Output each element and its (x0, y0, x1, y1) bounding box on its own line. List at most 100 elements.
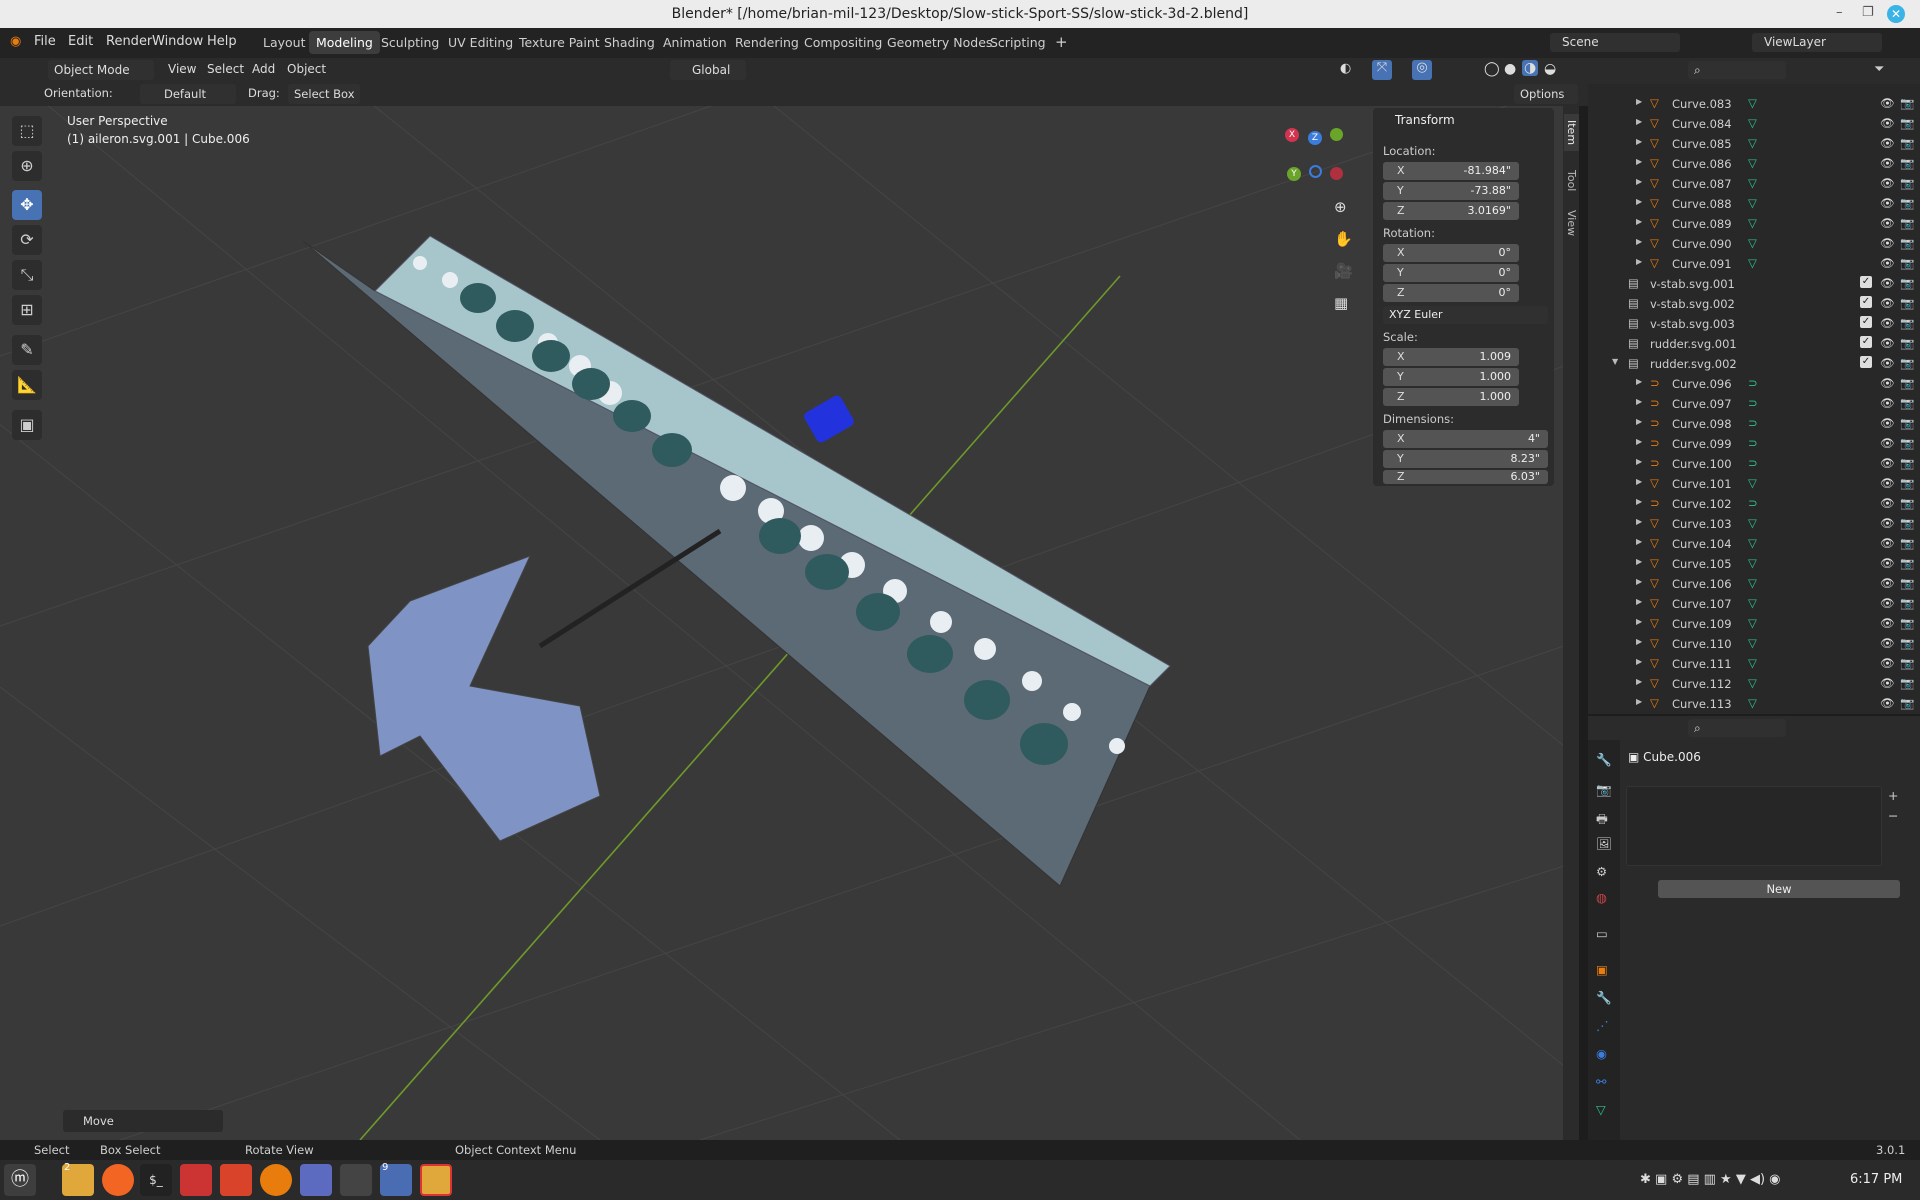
orientation-dropdown[interactable]: Default (140, 84, 236, 104)
expand-arrow-icon[interactable]: ▶ (1636, 157, 1642, 166)
select-tool-icon[interactable]: ⬚ (12, 116, 42, 146)
curve-data-icon[interactable]: ▽ (1748, 536, 1757, 550)
visibility-eye-icon[interactable]: 👁 (1880, 336, 1895, 350)
visibility-eye-icon[interactable]: 👁 (1880, 476, 1895, 490)
overlay-icon[interactable]: ◐ (1340, 61, 1351, 76)
visibility-eye-icon[interactable]: 👁 (1880, 656, 1895, 670)
gizmo-toggle-icon[interactable]: ⤧ (1372, 60, 1392, 80)
wireframe-shading-icon[interactable]: ◯ (1484, 61, 1500, 77)
location-y-field[interactable]: Y -73.88" (1383, 182, 1519, 200)
render-camera-icon[interactable]: 📷 (1900, 376, 1914, 390)
3d-viewport[interactable]: ⬚ ⊕ ✥ ⟳ ⤡ ⊞ ✎ 📐 ▣ User Perspective (1) a… (0, 106, 1564, 1140)
render-tab-icon[interactable]: 📷 (1596, 782, 1612, 798)
terminal-icon[interactable]: $_ (140, 1164, 172, 1196)
outliner-row[interactable]: ▶ ▽ Curve.109 ▽ 👁 📷 (1588, 614, 1920, 634)
menu-view[interactable]: View (168, 62, 196, 76)
move-tool-icon[interactable]: ✥ (12, 190, 42, 220)
blender-logo-icon[interactable]: ◉ (10, 34, 21, 49)
annotate-tool-icon[interactable]: ✎ (12, 335, 42, 365)
render-camera-icon[interactable]: 📷 (1900, 516, 1914, 530)
render-camera-icon[interactable]: 📷 (1900, 656, 1914, 670)
outliner-row[interactable]: ▶ ▽ Curve.083 ▽ 👁 📷 (1588, 94, 1920, 114)
solid-shading-icon[interactable]: ● (1504, 61, 1516, 77)
menu-help[interactable]: Help (207, 34, 237, 49)
tab-modeling[interactable]: Modeling (309, 31, 380, 54)
physics-tab-icon[interactable]: ◉ (1596, 1046, 1607, 1061)
curve-data-icon[interactable]: ▽ (1748, 596, 1757, 610)
data-tab-icon[interactable]: ▽ (1596, 1102, 1606, 1117)
render-camera-icon[interactable]: 📷 (1900, 636, 1914, 650)
render-camera-icon[interactable]: 📷 (1900, 476, 1914, 490)
visibility-eye-icon[interactable]: 👁 (1880, 396, 1895, 410)
add-workspace-icon[interactable]: + (1048, 31, 1075, 54)
expand-arrow-icon[interactable]: ▶ (1636, 517, 1642, 526)
zoom-icon[interactable]: ⊕ (1334, 198, 1347, 216)
outliner-row[interactable]: ▤ v-stab.svg.001 ✓ 👁 📷 (1588, 274, 1920, 294)
calculator-icon[interactable] (340, 1164, 372, 1196)
render-camera-icon[interactable]: 📷 (1900, 696, 1914, 710)
render-camera-icon[interactable]: 📷 (1900, 416, 1914, 430)
location-z-field[interactable]: Z 3.0169" (1383, 202, 1519, 220)
render-camera-icon[interactable]: 📷 (1900, 316, 1914, 330)
object-tab-icon[interactable]: ▣ (1596, 962, 1608, 977)
outliner-row[interactable]: ▶ ▽ Curve.111 ▽ 👁 📷 (1588, 654, 1920, 674)
visibility-eye-icon[interactable]: 👁 (1880, 676, 1895, 690)
rotation-z-field[interactable]: Z 0° (1383, 284, 1519, 302)
expand-arrow-icon[interactable]: ▶ (1636, 397, 1642, 406)
tab-scripting[interactable]: Scripting (983, 31, 1053, 54)
curve-data-icon[interactable]: ▽ (1748, 696, 1757, 710)
outliner-row[interactable]: ▤ rudder.svg.001 ✓ 👁 📷 (1588, 334, 1920, 354)
visibility-eye-icon[interactable]: 👁 (1880, 416, 1895, 430)
tab-sculpting[interactable]: Sculpting (374, 31, 446, 54)
firefox-icon[interactable] (102, 1164, 134, 1196)
outliner-row[interactable]: ▶ ▽ Curve.105 ▽ 👁 📷 (1588, 554, 1920, 574)
curve-data-icon[interactable]: ▽ (1748, 236, 1757, 250)
options-dropdown[interactable]: Options (1514, 84, 1578, 104)
curve-data-icon[interactable]: ▽ (1748, 176, 1757, 190)
scale-z-field[interactable]: Z 1.000 (1383, 388, 1519, 406)
visibility-eye-icon[interactable]: 👁 (1880, 616, 1895, 630)
curve-data-icon[interactable]: ▽ (1748, 636, 1757, 650)
visibility-eye-icon[interactable]: 👁 (1880, 296, 1895, 310)
expand-arrow-icon[interactable]: ▶ (1636, 537, 1642, 546)
tab-uv-editing[interactable]: UV Editing (441, 31, 520, 54)
render-camera-icon[interactable]: 📷 (1900, 616, 1914, 630)
expand-arrow-icon[interactable]: ▶ (1636, 437, 1642, 446)
render-camera-icon[interactable]: 📷 (1900, 356, 1914, 370)
visibility-eye-icon[interactable]: 👁 (1880, 96, 1895, 110)
expand-arrow-icon[interactable]: ▶ (1636, 137, 1642, 146)
tab-compositing[interactable]: Compositing (797, 31, 889, 54)
scale-y-field[interactable]: Y 1.000 (1383, 368, 1519, 386)
render-camera-icon[interactable]: 📷 (1900, 276, 1914, 290)
visibility-eye-icon[interactable]: 👁 (1880, 596, 1895, 610)
render-camera-icon[interactable]: 📷 (1900, 176, 1914, 190)
render-camera-icon[interactable]: 📷 (1900, 96, 1914, 110)
outliner-row[interactable]: ▶ ▽ Curve.084 ▽ 👁 📷 (1588, 114, 1920, 134)
tab-shading[interactable]: Shading (597, 31, 662, 54)
outliner-row[interactable]: ▼ ▤ rudder.svg.002 ✓ 👁 📷 (1588, 354, 1920, 374)
render-camera-icon[interactable]: 📷 (1900, 256, 1914, 270)
visibility-eye-icon[interactable]: 👁 (1880, 316, 1895, 330)
visibility-eye-icon[interactable]: 👁 (1880, 556, 1895, 570)
filter-icon[interactable]: ⏷ (1874, 62, 1884, 77)
exclude-checkbox[interactable]: ✓ (1860, 316, 1872, 328)
expand-arrow-icon[interactable]: ▶ (1636, 97, 1642, 106)
outliner-row[interactable]: ▶ ⊃ Curve.100 ⊃ 👁 📷 (1588, 454, 1920, 474)
tool-tab-icon[interactable]: 🔧 (1596, 752, 1612, 768)
rotation-x-field[interactable]: X 0° (1383, 244, 1519, 262)
particles-tab-icon[interactable]: ⋰ (1596, 1018, 1609, 1033)
visibility-eye-icon[interactable]: 👁 (1880, 696, 1895, 710)
outliner-row[interactable]: ▶ ⊃ Curve.099 ⊃ 👁 📷 (1588, 434, 1920, 454)
outliner-row[interactable]: ▶ ⊃ Curve.102 ⊃ 👁 📷 (1588, 494, 1920, 514)
menu-file[interactable]: File (34, 34, 56, 49)
folder-icon[interactable] (420, 1164, 452, 1196)
visibility-eye-icon[interactable]: 👁 (1880, 216, 1895, 230)
exclude-checkbox[interactable]: ✓ (1860, 356, 1872, 368)
dimensions-z-field[interactable]: Z 6.03" (1383, 470, 1548, 484)
transform-orientation-dropdown[interactable]: Global (670, 60, 746, 80)
visibility-eye-icon[interactable]: 👁 (1880, 196, 1895, 210)
outliner-row[interactable]: ▶ ▽ Curve.086 ▽ 👁 📷 (1588, 154, 1920, 174)
expand-arrow-icon[interactable]: ▶ (1636, 677, 1642, 686)
render-camera-icon[interactable]: 📷 (1900, 296, 1914, 310)
curve-data-icon[interactable]: ⊃ (1748, 416, 1758, 430)
